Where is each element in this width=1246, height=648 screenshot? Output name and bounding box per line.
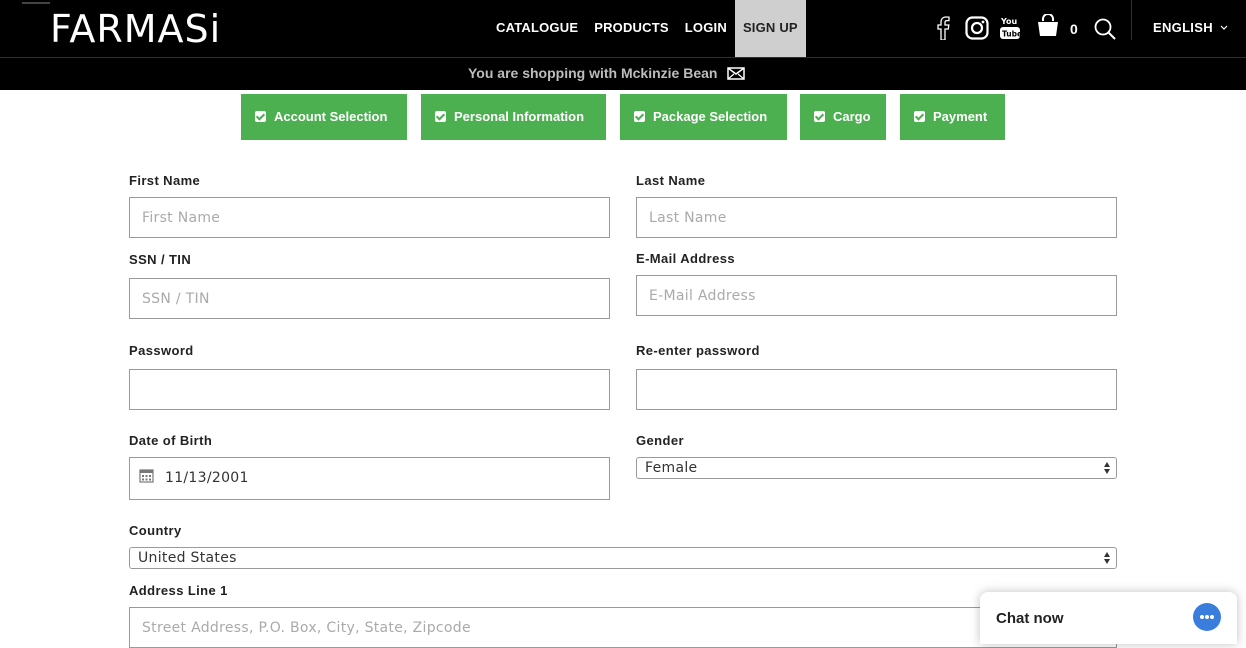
email-label: E-Mail Address	[636, 251, 736, 266]
shopping-with-bar: You are shopping with Mckinzie Bean	[0, 57, 1246, 90]
step-label: Account Selection	[274, 109, 388, 124]
svg-text:You: You	[1000, 17, 1018, 26]
chevron-down-icon	[1220, 25, 1228, 30]
check-icon	[634, 111, 645, 122]
instagram-icon[interactable]	[965, 16, 989, 40]
check-icon	[914, 111, 925, 122]
reenter-password-input[interactable]	[636, 369, 1117, 410]
envelope-icon[interactable]	[727, 67, 746, 80]
nav-login[interactable]: LOGIN	[677, 0, 735, 57]
main-nav: CATALOGUE PRODUCTS LOGIN SIGN UP	[488, 0, 806, 57]
gender-label: Gender	[636, 433, 684, 448]
select-arrows-icon	[1104, 461, 1111, 475]
step-package-selection[interactable]: Package Selection	[620, 94, 787, 140]
farmasi-logo[interactable]: FARMASi	[50, 7, 221, 51]
step-label: Personal Information	[454, 109, 585, 124]
nav-products[interactable]: PRODUCTS	[586, 0, 677, 57]
calendar-icon[interactable]	[139, 468, 154, 483]
search-icon[interactable]	[1094, 18, 1116, 40]
select-arrows-icon	[1104, 551, 1111, 565]
language-selector[interactable]: ENGLISH	[1153, 20, 1228, 35]
shopping-with-label: You are shopping with Mckinzie Bean	[468, 65, 718, 81]
cart-count: 0	[1070, 21, 1078, 37]
last-name-input[interactable]	[636, 197, 1117, 238]
header-divider	[1131, 0, 1132, 40]
dob-input[interactable]: 11/13/2001	[129, 457, 610, 500]
step-label: Package Selection	[653, 109, 768, 124]
chat-bubble-icon[interactable]	[1193, 603, 1221, 631]
country-select[interactable]: United States	[129, 547, 1117, 569]
nav-sign-up[interactable]: SIGN UP	[734, 0, 806, 57]
chat-label: Chat now	[996, 610, 1064, 627]
last-name-label: Last Name	[636, 173, 706, 188]
dob-value: 11/13/2001	[165, 470, 249, 486]
country-label: Country	[129, 523, 182, 538]
gender-select[interactable]: Female	[636, 457, 1117, 479]
top-header: FARMASi CATALOGUE PRODUCTS LOGIN SIGN UP…	[0, 0, 1246, 57]
step-label: Cargo	[833, 109, 871, 124]
first-name-input[interactable]	[129, 197, 610, 238]
dob-label: Date of Birth	[129, 433, 213, 448]
step-personal-information[interactable]: Personal Information	[421, 94, 606, 140]
check-icon	[435, 111, 446, 122]
email-input[interactable]	[636, 275, 1117, 316]
header-icons: You Tube 0	[930, 0, 1130, 57]
nav-catalogue[interactable]: CATALOGUE	[488, 0, 586, 57]
reenter-password-label: Re-enter password	[636, 343, 760, 358]
menu-icon[interactable]	[22, 2, 50, 4]
svg-text:Tube: Tube	[1002, 30, 1020, 39]
address1-input[interactable]	[129, 607, 1117, 648]
check-icon	[255, 111, 266, 122]
ssn-label: SSN / TIN	[129, 252, 192, 267]
password-input[interactable]	[129, 369, 610, 410]
first-name-label: First Name	[129, 173, 201, 188]
address1-label: Address Line 1	[129, 583, 228, 598]
step-account-selection[interactable]: Account Selection	[241, 94, 407, 140]
password-label: Password	[129, 343, 194, 358]
gender-value: Female	[645, 460, 698, 476]
country-value: United States	[138, 550, 237, 566]
youtube-icon[interactable]: You Tube	[1000, 16, 1020, 40]
step-payment[interactable]: Payment	[900, 94, 1005, 140]
shopping-with-text: You are shopping with Mckinzie Bean	[468, 65, 746, 81]
chat-widget[interactable]: Chat now	[980, 592, 1237, 644]
cart-icon[interactable]	[1037, 14, 1059, 38]
check-icon	[814, 111, 825, 122]
ssn-input[interactable]	[129, 278, 610, 319]
language-label: ENGLISH	[1153, 20, 1213, 35]
facebook-icon[interactable]	[936, 15, 950, 40]
step-cargo[interactable]: Cargo	[800, 94, 886, 140]
step-label: Payment	[933, 109, 988, 124]
